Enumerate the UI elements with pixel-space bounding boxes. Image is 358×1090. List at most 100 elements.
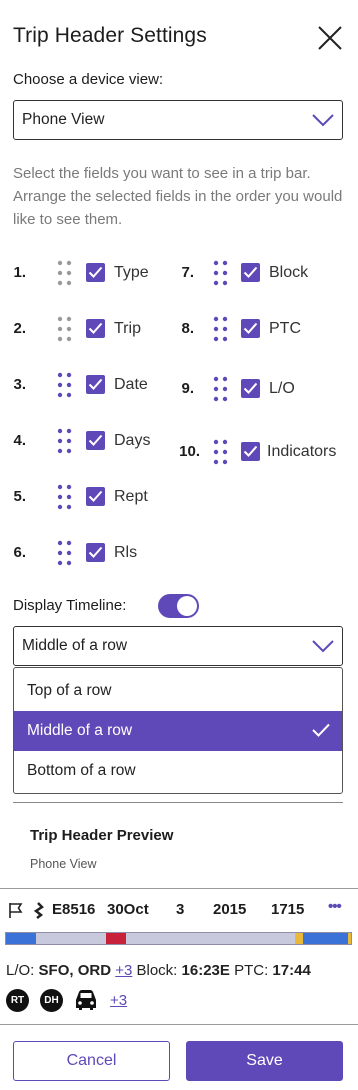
menu-option-bottom[interactable]: Bottom of a row (14, 751, 342, 791)
toggle-knob (177, 596, 197, 616)
field-row-rls: 6. Rls (0, 539, 160, 567)
chevron-down-icon (312, 640, 334, 653)
field-number: 7. (181, 264, 194, 281)
trip-release-time: 1715 (271, 901, 305, 918)
field-number: 10. (179, 443, 200, 460)
device-view-label: Choose a device view: (13, 71, 164, 88)
save-button[interactable]: Save (186, 1041, 343, 1081)
menu-option-top[interactable]: Top of a row (14, 671, 342, 711)
drag-handle-icon[interactable] (56, 483, 74, 511)
field-instructions: Select the fields you want to see in a t… (13, 165, 343, 228)
field-checkbox-indicators[interactable] (241, 442, 260, 461)
field-number: 8. (181, 320, 194, 337)
field-number: 2. (13, 320, 26, 337)
dh-badge: DH (40, 989, 63, 1012)
field-checkbox-ptc[interactable] (241, 319, 260, 338)
divider (0, 888, 358, 889)
timeline-label: Display Timeline: (13, 597, 127, 614)
field-row-rept: 5. Rept (0, 483, 160, 511)
layover-more-link[interactable]: +3 (115, 962, 132, 979)
layover-label: L/O: (6, 962, 35, 979)
trip-type-icon (33, 902, 44, 919)
field-label: L/O (269, 380, 295, 397)
block-label: Block: (136, 962, 178, 979)
field-number: 3. (13, 376, 26, 393)
timeline-toggle[interactable] (158, 594, 199, 618)
ptc-value: 17:44 (272, 962, 311, 979)
field-row-ptc: 8. PTC (168, 315, 348, 343)
field-row-type: 1. Type (0, 259, 160, 287)
drag-handle-icon[interactable] (56, 427, 74, 455)
field-checkbox-days[interactable] (86, 431, 105, 450)
indicators-more-link[interactable]: +3 (110, 992, 127, 1009)
field-checkbox-date[interactable] (86, 375, 105, 394)
field-checkbox-rls[interactable] (86, 543, 105, 562)
field-number: 4. (13, 432, 26, 449)
field-checkbox-type[interactable] (86, 263, 105, 282)
field-label: Indicators (267, 443, 337, 460)
field-row-trip: 2. Trip (0, 315, 160, 343)
block-value: 16:23E (181, 962, 230, 979)
field-number: 6. (13, 544, 26, 561)
drag-handle-icon[interactable] (56, 539, 74, 567)
timeline-position-select[interactable]: Middle of a row (13, 626, 343, 666)
field-row-days: 4. Days (0, 427, 160, 455)
field-label: Type (114, 264, 149, 281)
field-checkbox-trip[interactable] (86, 319, 105, 338)
drag-handle-icon[interactable] (56, 259, 74, 287)
timeline-position-menu: Top of a row Middle of a row Bottom of a… (13, 667, 343, 794)
layover-value: SFO, ORD (38, 962, 112, 979)
trip-timeline-bar (5, 932, 352, 945)
field-row-block: 7. Block (168, 259, 348, 287)
rt-badge: RT (6, 989, 29, 1012)
menu-option-middle[interactable]: Middle of a row (14, 711, 342, 751)
drag-handle-icon[interactable] (56, 371, 74, 399)
field-checkbox-rept[interactable] (86, 487, 105, 506)
trip-id: E8516 (52, 901, 96, 918)
trip-details: L/O: SFO, ORD +3 Block: 16:23E PTC: 17:4… (6, 962, 311, 979)
divider (13, 802, 343, 803)
device-view-value: Phone View (22, 111, 105, 128)
device-view-select[interactable]: Phone View (13, 100, 343, 140)
timeline-segment (6, 933, 36, 944)
more-options-icon[interactable]: ••• (328, 898, 342, 915)
flag-icon (9, 903, 23, 918)
drag-handle-icon[interactable] (212, 375, 230, 403)
field-row-indicators: 10. Indicators (168, 438, 348, 466)
drag-handle-icon[interactable] (56, 315, 74, 343)
cancel-button[interactable]: Cancel (13, 1041, 170, 1081)
preview-title: Trip Header Preview (30, 827, 174, 844)
option-label: Bottom of a row (27, 762, 136, 779)
field-label: Days (114, 432, 151, 449)
field-row-lo: 9. L/O (168, 375, 348, 403)
option-label: Top of a row (27, 682, 112, 699)
drag-handle-icon[interactable] (212, 438, 230, 466)
divider (0, 1024, 358, 1025)
timeline-segment (106, 933, 126, 944)
timeline-segment (295, 933, 303, 944)
field-label: Rls (114, 544, 138, 561)
close-icon[interactable] (316, 24, 344, 52)
page-title: Trip Header Settings (13, 24, 207, 47)
field-label: Block (269, 264, 309, 281)
field-label: Date (114, 376, 148, 393)
ptc-label: PTC: (234, 962, 269, 979)
option-label: Middle of a row (27, 722, 133, 739)
field-number: 5. (13, 488, 26, 505)
field-label: PTC (269, 320, 301, 337)
timeline-position-value: Middle of a row (22, 637, 128, 654)
trip-date: 30Oct (107, 901, 149, 918)
field-label: Rept (114, 488, 148, 505)
drag-handle-icon[interactable] (212, 259, 230, 287)
field-label: Trip (114, 320, 141, 337)
trip-days: 3 (176, 901, 185, 918)
trip-report-time: 2015 (213, 901, 247, 918)
field-number: 1. (13, 264, 26, 281)
field-checkbox-lo[interactable] (241, 379, 260, 398)
car-icon (76, 990, 96, 1010)
check-icon (312, 723, 330, 737)
drag-handle-icon[interactable] (212, 315, 230, 343)
chevron-down-icon (312, 114, 334, 127)
field-row-date: 3. Date (0, 371, 160, 399)
field-checkbox-block[interactable] (241, 263, 260, 282)
